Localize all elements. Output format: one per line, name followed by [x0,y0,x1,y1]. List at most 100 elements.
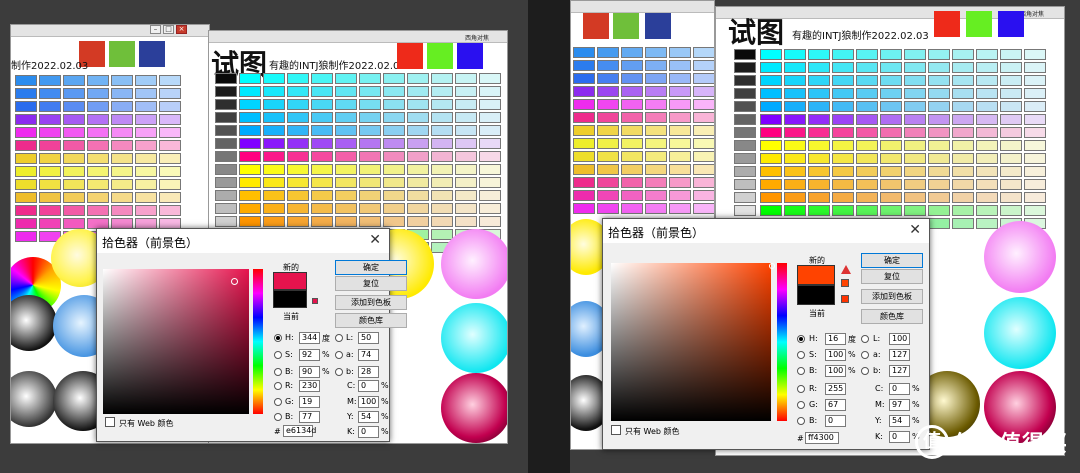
s-radio[interactable] [797,351,805,359]
color-field[interactable] [611,263,771,421]
s-input[interactable]: 92 [299,349,320,361]
color-swatch-cell [832,166,854,177]
color-swatch-cell [621,99,643,110]
a-radio[interactable] [861,351,869,359]
add-to-swatches-button[interactable]: 添加到色板 [861,289,923,304]
web-only-checkbox[interactable] [105,417,115,427]
y-input[interactable]: 54 [889,415,910,427]
hue-slider[interactable] [777,263,787,421]
color-swatch-cell [952,75,974,86]
color-swatch-cell [431,164,453,175]
r-input[interactable]: 230 [299,380,320,392]
color-swatch-cell [407,86,429,97]
k-input[interactable]: 0 [889,431,910,443]
c-input[interactable]: 0 [358,380,379,392]
g-radio[interactable] [274,398,282,406]
b-input[interactable]: 90 [299,366,320,378]
gray-column [215,73,237,253]
color-swatch-cell [573,138,595,149]
color-swatch-cell [808,127,830,138]
s-radio[interactable] [274,351,282,359]
color-cursor[interactable] [769,263,775,269]
color-swatch-cell [215,138,237,149]
web-safe-swatch[interactable] [841,295,849,303]
b2-input[interactable]: 0 [825,415,846,427]
color-swatch-cell [135,166,157,177]
c-unit: % [912,384,920,393]
a-radio[interactable] [335,351,343,359]
b-input[interactable]: 100 [825,365,846,377]
l-radio[interactable] [335,334,343,342]
color-swatch-cell [111,101,133,112]
color-cursor[interactable] [231,278,238,285]
reset-button[interactable]: 复位 [861,269,923,284]
l-input[interactable]: 100 [889,333,910,345]
h-input[interactable]: 344 [299,332,320,344]
hue-slider[interactable] [253,269,263,414]
color-swatch-cell [573,190,595,201]
ok-button[interactable]: 确定 [335,260,407,275]
r-input[interactable]: 255 [825,383,846,395]
lab-b-radio[interactable] [861,367,869,375]
r-radio[interactable] [274,382,282,390]
y-input[interactable]: 54 [358,411,379,423]
color-swatch-cell [928,218,950,229]
h-radio[interactable] [274,334,282,342]
color-swatch-cell [734,166,756,177]
m-input[interactable]: 100 [358,396,379,408]
add-to-swatches-button[interactable]: 添加到色板 [335,295,407,310]
maximize-icon[interactable]: □ [163,25,174,34]
color-swatch-cell [856,88,878,99]
b-radio[interactable] [274,368,282,376]
gamut-swatch[interactable] [841,279,849,287]
ok-button[interactable]: 确定 [861,253,923,268]
k-input[interactable]: 0 [358,426,379,438]
color-libraries-button[interactable]: 颜色库 [335,313,407,328]
close-icon[interactable]: ✕ [909,222,921,238]
b-radio[interactable] [797,367,805,375]
reset-button[interactable]: 复位 [335,276,407,291]
hex-input[interactable]: ff4300 [805,432,839,444]
r-radio[interactable] [797,385,805,393]
color-swatch-cell [111,140,133,151]
color-swatch-cell [455,86,477,97]
b2-radio[interactable] [274,413,282,421]
minimize-icon[interactable]: – [150,25,161,34]
hex-input[interactable]: e6134d [283,425,316,437]
b2-input[interactable]: 77 [299,411,320,423]
lab-b-input[interactable]: 28 [358,366,379,378]
lab-b-radio[interactable] [335,368,343,376]
color-swatch-cell [335,138,357,149]
b2-radio[interactable] [797,417,805,425]
color-swatch-cell [479,138,501,149]
l-input[interactable]: 50 [358,332,379,344]
color-libraries-button[interactable]: 颜色库 [861,309,923,324]
close-icon[interactable]: ✕ [369,232,381,248]
a-input[interactable]: 127 [889,349,910,361]
c-label: C: [347,381,356,390]
m-input[interactable]: 97 [889,399,910,411]
color-swatch-cell [856,62,878,73]
color-field[interactable] [103,269,249,414]
color-swatch-cell [832,179,854,190]
out-of-gamut-warning-icon[interactable] [841,265,851,274]
hex-label: # [274,427,281,436]
color-swatch-cell [87,192,109,203]
h-input[interactable]: 16 [825,333,846,345]
web-safe-swatch[interactable] [312,298,318,304]
h-radio[interactable] [797,335,805,343]
lab-b-input[interactable]: 127 [889,365,910,377]
color-swatch-cell [63,101,85,112]
l-radio[interactable] [861,335,869,343]
a-input[interactable]: 74 [358,349,379,361]
color-swatch-cell [335,112,357,123]
g-input[interactable]: 67 [825,399,846,411]
close-icon[interactable]: × [176,25,187,34]
g-radio[interactable] [797,401,805,409]
color-swatch-cell [760,75,782,86]
g-input[interactable]: 19 [299,396,320,408]
web-only-checkbox[interactable] [611,425,621,435]
s-input[interactable]: 100 [825,349,846,361]
color-swatch-cell [159,140,181,151]
c-input[interactable]: 0 [889,383,910,395]
